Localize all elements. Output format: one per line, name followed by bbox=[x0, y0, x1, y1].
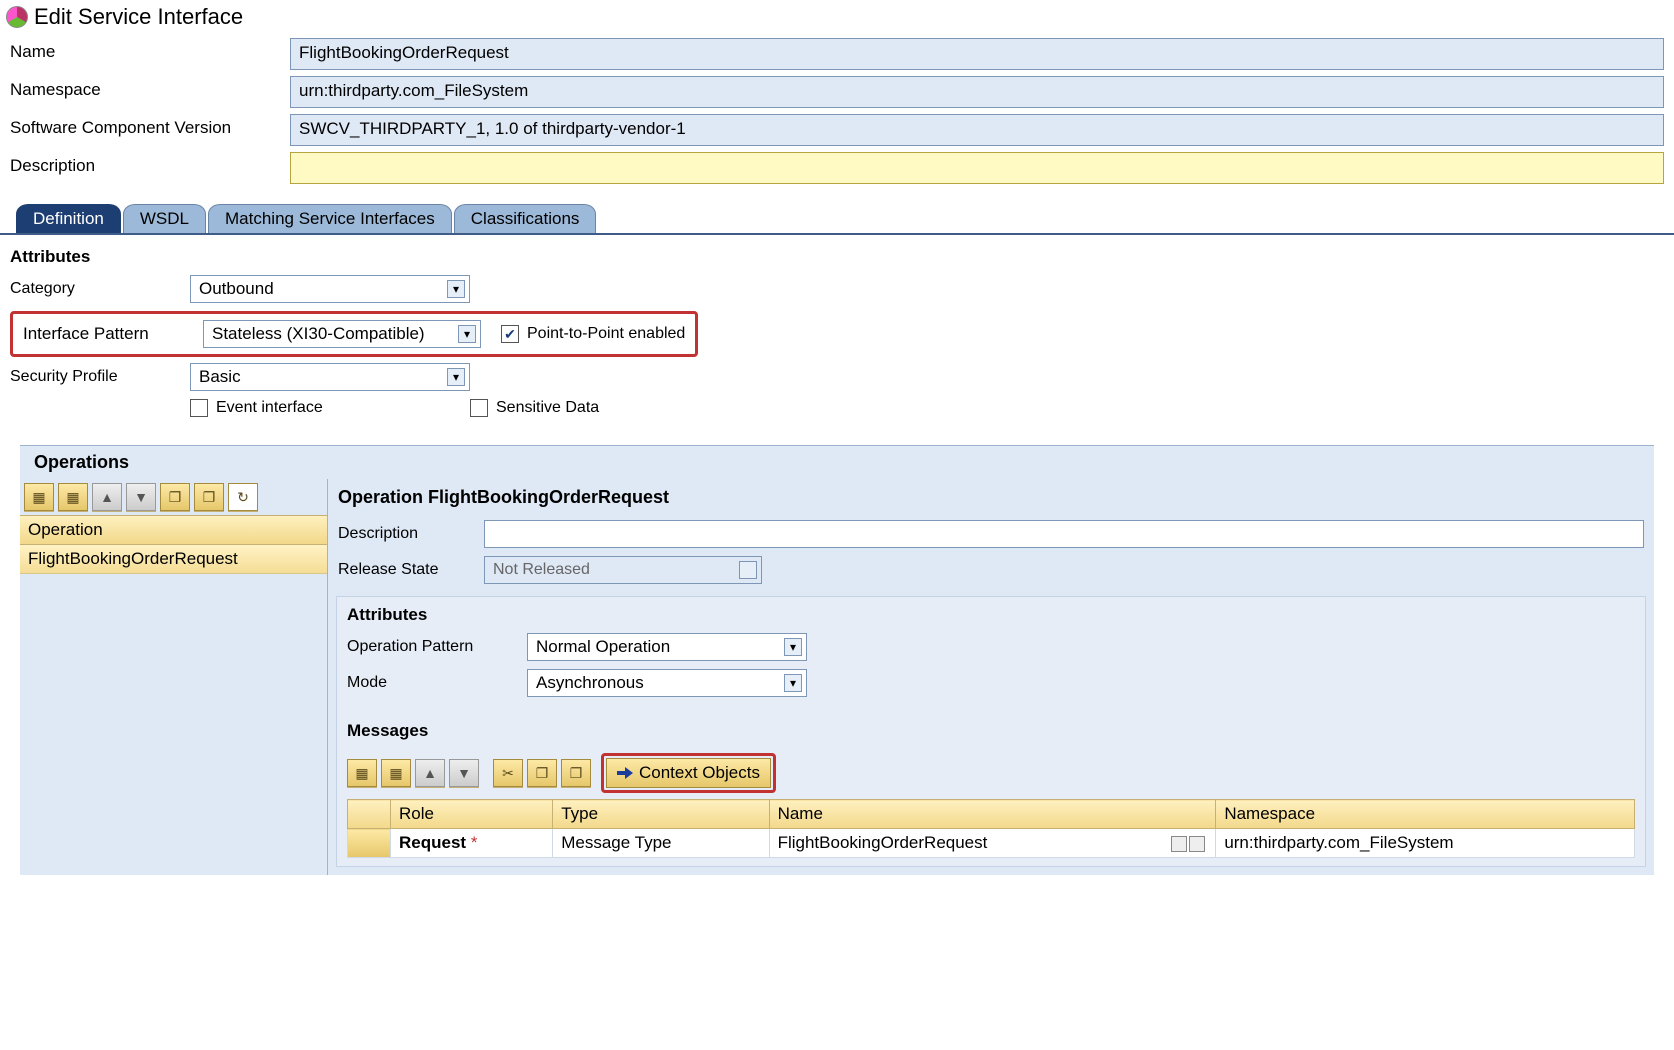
tab-bar: Definition WSDL Matching Service Interfa… bbox=[0, 204, 1674, 235]
swcv-value: SWCV_THIRDPARTY_1, 1.0 of thirdparty-ven… bbox=[290, 114, 1664, 146]
col-role: Role bbox=[391, 800, 553, 829]
move-down-button[interactable]: ▼ bbox=[126, 483, 156, 511]
description-input[interactable] bbox=[290, 152, 1664, 184]
page-title: Edit Service Interface bbox=[34, 4, 243, 30]
required-asterisk: * bbox=[471, 833, 478, 852]
dropdown-icon: ▾ bbox=[784, 674, 802, 692]
release-state-value: Not Released bbox=[484, 556, 762, 584]
checkbox-empty-icon bbox=[190, 399, 208, 417]
op-attributes-heading: Attributes bbox=[347, 605, 1635, 625]
interface-pattern-label: Interface Pattern bbox=[23, 324, 183, 344]
swcv-label: Software Component Version bbox=[10, 114, 290, 146]
add-row-button[interactable]: ▦ bbox=[24, 483, 54, 511]
checkbox-empty-icon bbox=[470, 399, 488, 417]
op-pattern-value: Normal Operation bbox=[536, 637, 670, 657]
tab-wsdl[interactable]: WSDL bbox=[123, 204, 206, 233]
mode-value: Asynchronous bbox=[536, 673, 644, 693]
mode-select[interactable]: Asynchronous ▾ bbox=[527, 669, 807, 697]
msg-namespace: urn:thirdparty.com_FileSystem bbox=[1216, 829, 1635, 858]
col-namespace: Namespace bbox=[1216, 800, 1635, 829]
tab-classifications[interactable]: Classifications bbox=[454, 204, 597, 233]
value-help-icon[interactable] bbox=[1171, 836, 1187, 852]
msg-copy-button[interactable]: ❐ bbox=[527, 759, 557, 787]
tab-matching[interactable]: Matching Service Interfaces bbox=[208, 204, 452, 233]
messages-heading: Messages bbox=[347, 721, 1635, 741]
operations-heading: Operations bbox=[20, 446, 1654, 479]
col-name: Name bbox=[769, 800, 1216, 829]
interface-pattern-select[interactable]: Stateless (XI30-Compatible) ▾ bbox=[203, 320, 481, 348]
msg-role: Request bbox=[399, 833, 466, 852]
operation-detail-heading: Operation FlightBookingOrderRequest bbox=[328, 479, 1654, 516]
dropdown-icon: ▾ bbox=[784, 638, 802, 656]
msg-add-button[interactable]: ▦ bbox=[347, 759, 377, 787]
message-row[interactable]: Request * Message Type FlightBookingOrde… bbox=[348, 829, 1635, 858]
title-bar: Edit Service Interface bbox=[0, 0, 1674, 34]
mode-label: Mode bbox=[347, 674, 527, 692]
interface-pattern-highlight: Interface Pattern Stateless (XI30-Compat… bbox=[10, 311, 698, 357]
security-value: Basic bbox=[199, 367, 241, 387]
category-select[interactable]: Outbound ▾ bbox=[190, 275, 470, 303]
refresh-button[interactable]: ↻ bbox=[228, 483, 258, 511]
messages-table: Role Type Name Namespace Request * bbox=[347, 799, 1635, 858]
name-value: FlightBookingOrderRequest bbox=[290, 38, 1664, 70]
operations-toolbar: ▦ ▦ ▲ ▼ ❐ ❐ ↻ bbox=[20, 479, 327, 515]
dropdown-icon: ▾ bbox=[458, 325, 476, 343]
category-label: Category bbox=[10, 280, 190, 298]
dropdown-icon: ▾ bbox=[447, 368, 465, 386]
move-up-button[interactable]: ▲ bbox=[92, 483, 122, 511]
value-help-icon[interactable] bbox=[1189, 836, 1205, 852]
event-label: Event interface bbox=[216, 399, 323, 417]
checkbox-checked-icon: ✔ bbox=[501, 325, 519, 343]
context-objects-button[interactable]: Context Objects bbox=[606, 758, 771, 788]
attributes-heading: Attributes bbox=[10, 247, 1664, 267]
row-handle[interactable] bbox=[348, 829, 391, 858]
category-value: Outbound bbox=[199, 279, 274, 299]
delete-row-button[interactable]: ▦ bbox=[58, 483, 88, 511]
op-description-label: Description bbox=[338, 525, 478, 543]
paste-button[interactable]: ❐ bbox=[194, 483, 224, 511]
operations-panel: Operations ▦ ▦ ▲ ▼ ❐ ❐ ↻ Operation Fligh… bbox=[20, 445, 1654, 875]
op-pattern-select[interactable]: Normal Operation ▾ bbox=[527, 633, 807, 661]
msg-up-button[interactable]: ▲ bbox=[415, 759, 445, 787]
sensitive-label: Sensitive Data bbox=[496, 399, 599, 417]
msg-down-button[interactable]: ▼ bbox=[449, 759, 479, 787]
msg-cut-button[interactable]: ✂ bbox=[493, 759, 523, 787]
security-select[interactable]: Basic ▾ bbox=[190, 363, 470, 391]
namespace-label: Namespace bbox=[10, 76, 290, 108]
event-interface-checkbox[interactable]: Event interface bbox=[190, 399, 470, 417]
service-interface-icon bbox=[6, 6, 28, 28]
arrow-right-icon bbox=[617, 767, 633, 779]
op-pattern-label: Operation Pattern bbox=[347, 638, 527, 656]
operations-list-header: Operation bbox=[20, 516, 327, 545]
dropdown-icon bbox=[739, 561, 757, 579]
copy-button[interactable]: ❐ bbox=[160, 483, 190, 511]
col-type: Type bbox=[553, 800, 769, 829]
msg-name: FlightBookingOrderRequest bbox=[778, 833, 988, 852]
dropdown-icon: ▾ bbox=[447, 280, 465, 298]
p2p-label: Point-to-Point enabled bbox=[527, 325, 685, 343]
security-label: Security Profile bbox=[10, 368, 190, 386]
tab-definition[interactable]: Definition bbox=[16, 204, 121, 233]
messages-toolbar: ▦ ▦ ▲ ▼ ✂ ❐ ❐ Context Objects bbox=[347, 749, 1635, 797]
msg-paste-button[interactable]: ❐ bbox=[561, 759, 591, 787]
context-objects-highlight: Context Objects bbox=[601, 753, 776, 793]
op-description-input[interactable] bbox=[484, 520, 1644, 548]
release-state-label: Release State bbox=[338, 561, 478, 579]
interface-pattern-value: Stateless (XI30-Compatible) bbox=[212, 324, 425, 344]
name-label: Name bbox=[10, 38, 290, 70]
p2p-checkbox[interactable]: ✔ Point-to-Point enabled bbox=[501, 325, 685, 343]
sensitive-data-checkbox[interactable]: Sensitive Data bbox=[470, 399, 750, 417]
msg-delete-button[interactable]: ▦ bbox=[381, 759, 411, 787]
msg-type: Message Type bbox=[553, 829, 769, 858]
namespace-value: urn:thirdparty.com_FileSystem bbox=[290, 76, 1664, 108]
operation-list-item[interactable]: FlightBookingOrderRequest bbox=[20, 545, 327, 574]
description-label: Description bbox=[10, 152, 290, 184]
